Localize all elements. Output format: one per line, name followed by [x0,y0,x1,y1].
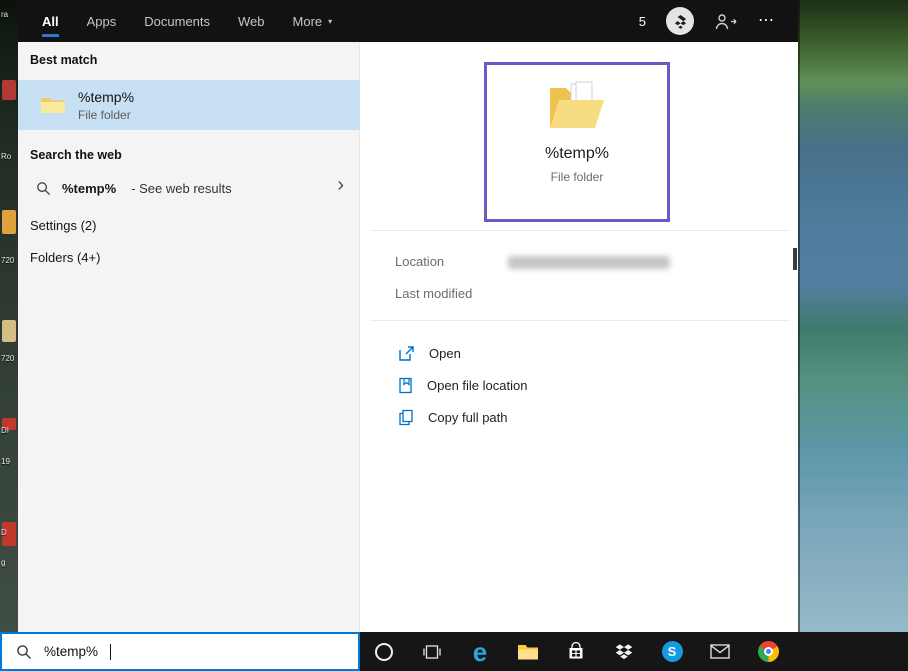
location-value-redacted [508,256,670,269]
divider [370,230,790,231]
chevron-right-icon[interactable]: › [337,174,344,197]
desktop-label-fragment: Ro [1,152,11,161]
desktop-strip: ra Ro 720 720 DI 19 D g [0,0,18,632]
mail-button[interactable] [696,632,744,671]
divider [370,320,790,321]
tab-more[interactable]: More ▾ [293,0,333,42]
more-options-icon[interactable]: ⋯ [758,13,776,29]
mail-icon [710,644,730,659]
tab-web[interactable]: Web [238,0,265,42]
results-column: Best match %temp% File folder Search the… [18,42,360,632]
action-copy-full-path[interactable]: Copy full path [398,406,508,428]
search-filter-bar: All Apps Documents Web More ▾ 5 ⋯ [18,0,798,42]
search-query-text: %temp% [44,644,98,659]
edge-icon: e [473,639,487,665]
action-open[interactable]: Open [398,342,461,364]
desktop-label-fragment: ra [1,10,8,19]
sign-in-person-icon[interactable] [714,13,738,30]
folders-group-item[interactable]: Folders (4+) [18,243,360,271]
desktop-label-fragment: D [1,528,7,537]
account-avatar[interactable] [666,7,694,35]
notification-count: 5 [639,14,646,29]
desktop-label-fragment: 720 [1,256,14,265]
file-explorer-button[interactable] [504,632,552,671]
task-view-button[interactable] [408,632,456,671]
scrollbar-thumb[interactable] [793,248,797,270]
chrome-icon [758,641,779,662]
skype-button[interactable]: S [648,632,696,671]
desktop-label-fragment: 19 [1,457,10,466]
settings-group-item[interactable]: Settings (2) [18,211,360,239]
preview-tile[interactable]: %temp% File folder [484,62,670,222]
edge-button[interactable]: e [456,632,504,671]
cortana-icon [375,643,393,661]
action-open-file-location[interactable]: Open file location [398,374,527,396]
best-match-item[interactable]: %temp% File folder [18,80,360,130]
text-caret [110,644,111,660]
avatar-glyph-icon [673,14,688,29]
web-result-item[interactable]: %temp% - See web results › [18,170,360,206]
search-web-header: Search the web [30,148,122,162]
web-result-suffix: - See web results [131,181,231,196]
microsoft-store-button[interactable] [552,632,600,671]
search-input[interactable]: %temp% [0,632,360,671]
tab-documents[interactable]: Documents [144,0,210,42]
tab-apps[interactable]: Apps [87,0,117,42]
best-match-title: %temp% [78,89,134,105]
best-match-subtitle: File folder [78,108,134,122]
task-view-icon [422,642,442,662]
last-modified-label: Last modified [395,286,472,301]
desktop-label-fragment: 720 [1,354,14,363]
screen: ra Ro 720 720 DI 19 D g All Apps Documen… [0,0,908,671]
magnifier-icon [16,644,32,660]
desktop-wallpaper [798,0,908,632]
large-folder-icon [547,79,607,133]
preview-subtitle: File folder [551,170,604,184]
file-explorer-icon [517,643,539,661]
copy-icon [398,409,414,426]
desktop-icon-fragment [2,320,16,342]
chevron-down-icon: ▾ [328,17,332,26]
cortana-button[interactable] [360,632,408,671]
dropbox-button[interactable] [600,632,648,671]
search-icon [36,181,51,196]
desktop-icon-fragment [2,210,16,234]
preview-title: %temp% [545,145,609,163]
web-result-query: %temp% [62,181,116,196]
dropbox-icon [614,642,634,661]
chrome-button[interactable] [744,632,792,671]
tab-all[interactable]: All [42,0,59,42]
open-icon [398,345,415,362]
folder-icon [40,95,66,115]
desktop-icon-fragment [2,80,16,100]
search-flyout: Best match %temp% File folder Search the… [18,42,798,632]
store-icon [566,642,586,662]
desktop-label-fragment: DI [1,426,9,435]
desktop-label-fragment: g [1,558,5,567]
taskbar: e S [360,632,908,671]
location-label: Location [395,254,444,269]
skype-icon: S [662,641,683,662]
open-file-location-icon [398,377,413,394]
best-match-header: Best match [30,53,97,67]
